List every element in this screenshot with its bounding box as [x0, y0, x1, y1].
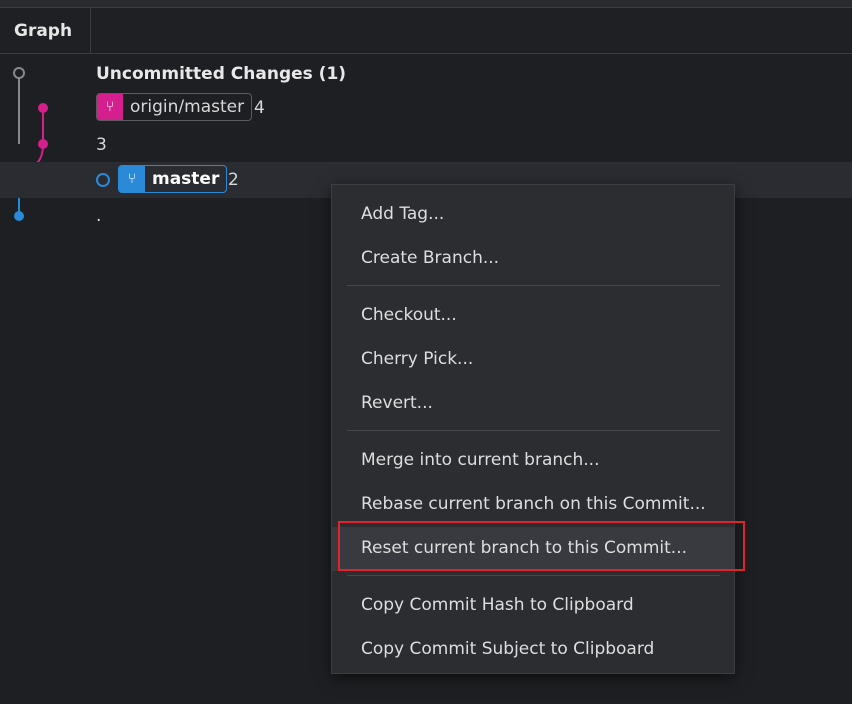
menu-separator: [347, 575, 720, 576]
menu-item-checkout[interactable]: Checkout...: [332, 294, 734, 338]
commit-message: .: [96, 206, 102, 226]
menu-item-add-tag[interactable]: Add Tag...: [332, 193, 734, 237]
menu-item-label: Revert...: [361, 393, 433, 413]
graph-column-label: Graph: [14, 21, 73, 41]
menu-item-create-branch[interactable]: Create Branch...: [332, 237, 734, 281]
branch-badge-master[interactable]: ⑂ master: [118, 165, 228, 193]
branch-label: origin/master: [130, 97, 245, 117]
menu-item-label: Merge into current branch...: [361, 450, 600, 470]
branch-badge-origin-master[interactable]: ⑂ origin/master: [96, 93, 253, 121]
graph-column-header[interactable]: Graph: [0, 8, 91, 53]
commit-message: 3: [96, 135, 107, 155]
commit-message: 4: [254, 98, 265, 118]
menu-item-revert[interactable]: Revert...: [332, 382, 734, 426]
menu-separator: [347, 285, 720, 286]
menu-item-label: Cherry Pick...: [361, 349, 474, 369]
menu-item-label: Copy Commit Subject to Clipboard: [361, 639, 655, 659]
commit-row[interactable]: 3: [0, 127, 852, 163]
commit-row[interactable]: ⑂ origin/master 4: [0, 90, 852, 126]
menu-item-copy-subject[interactable]: Copy Commit Subject to Clipboard: [332, 628, 734, 672]
commit-message: 2: [228, 170, 239, 190]
menu-item-merge[interactable]: Merge into current branch...: [332, 439, 734, 483]
branch-label: master: [152, 169, 220, 189]
commit-context-menu: Add Tag... Create Branch... Checkout... …: [331, 184, 735, 674]
uncommitted-changes-label: Uncommitted Changes (1): [96, 64, 347, 84]
highlight-box: [338, 521, 745, 571]
head-indicator-icon: [96, 173, 110, 187]
menu-item-label: Copy Commit Hash to Clipboard: [361, 595, 634, 615]
graph-header: Graph: [0, 8, 852, 54]
top-border: [0, 0, 852, 8]
menu-item-label: Add Tag...: [361, 204, 445, 224]
branch-icon: ⑂: [119, 166, 145, 192]
menu-item-copy-hash[interactable]: Copy Commit Hash to Clipboard: [332, 584, 734, 628]
menu-item-label: Create Branch...: [361, 248, 500, 268]
menu-separator: [347, 430, 720, 431]
menu-item-label: Checkout...: [361, 305, 457, 325]
branch-icon: ⑂: [97, 94, 123, 120]
commit-row-uncommitted[interactable]: Uncommitted Changes (1): [0, 56, 852, 92]
menu-item-cherry-pick[interactable]: Cherry Pick...: [332, 338, 734, 382]
menu-item-label: Rebase current branch on this Commit...: [361, 494, 706, 514]
